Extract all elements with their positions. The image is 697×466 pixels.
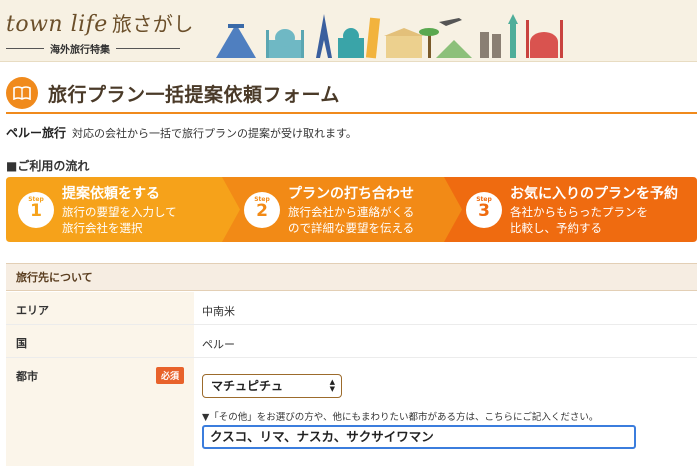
step-3-badge: Step 3 — [466, 192, 502, 228]
step-2-description: 旅行会社から連絡がくる ので詳細な要望を伝える — [288, 205, 415, 235]
site-logo[interactable]: town life 旅さがし 海外旅行特集 — [6, 8, 194, 56]
step-3-title: お気に入りのプランを予約 — [510, 186, 678, 202]
usage-flow-steps: Step 1 提案依頼をする 旅行の要望を入力して 旅行会社を選択 Step 2 プラ… — [6, 177, 697, 242]
page-title: 旅行プラン一括提案依頼フォーム — [48, 83, 340, 106]
page-title-bar: 旅行プラン一括提案依頼フォーム — [6, 74, 697, 114]
intro-text: ペルー旅行 対応の会社から一括で旅行プランの提案が受け取れます。 — [6, 126, 357, 140]
form-row-city: 都市 必須 マチュピチュ ▲ ▼ ▼「その他」をお選びの方や、他にもまわりたい都市… — [6, 358, 697, 466]
select-arrows-icon: ▲ ▼ — [329, 378, 335, 393]
step-1-title: 提案依頼をする — [62, 186, 160, 202]
logo-subtitle: 海外旅行特集 — [6, 41, 194, 56]
step-2-badge: Step 2 — [244, 192, 280, 228]
step-2-title: プランの打ち合わせ — [288, 186, 414, 202]
city-other-note: ▼「その他」をお選びの方や、他にもまわりたい都市がある方は、こちらにご記入くださ… — [202, 412, 599, 423]
book-icon — [6, 77, 38, 109]
city-other-input[interactable]: クスコ、リマ、ナスカ、サクサイワマン — [202, 425, 636, 449]
site-header: town life 旅さがし 海外旅行特集 — [0, 0, 697, 62]
intro-country: ペルー旅行 — [6, 126, 67, 140]
step-1: Step 1 提案依頼をする 旅行の要望を入力して 旅行会社を選択 — [6, 177, 228, 242]
area-value: 中南米 — [202, 305, 235, 318]
city-label: 都市 必須 — [6, 358, 194, 466]
section-heading-destination: 旅行先について — [6, 263, 697, 291]
step-3-description: 各社からもらったプランを 比較し、予約する — [510, 205, 648, 235]
form-row-country: 国 ペルー — [6, 325, 697, 358]
flow-heading: ■ご利用の流れ — [6, 159, 90, 173]
step-3: Step 3 お気に入りのプランを予約 各社からもらったプランを 比較し、予約する — [450, 177, 697, 242]
landmarks-illustration — [216, 14, 563, 59]
step-1-description: 旅行の要望を入力して 旅行会社を選択 — [62, 205, 177, 235]
area-label: エリア — [6, 292, 194, 324]
country-value: ペルー — [202, 338, 235, 351]
step-2: Step 2 プランの打ち合わせ 旅行会社から連絡がくる ので詳細な要望を伝える — [228, 177, 450, 242]
country-label: 国 — [6, 325, 194, 357]
city-select[interactable]: マチュピチュ ▲ ▼ — [202, 374, 342, 398]
step-1-badge: Step 1 — [18, 192, 54, 228]
required-badge: 必須 — [156, 367, 185, 384]
logo-text: town life 旅さがし — [6, 12, 194, 37]
form-row-area: エリア 中南米 — [6, 292, 697, 325]
